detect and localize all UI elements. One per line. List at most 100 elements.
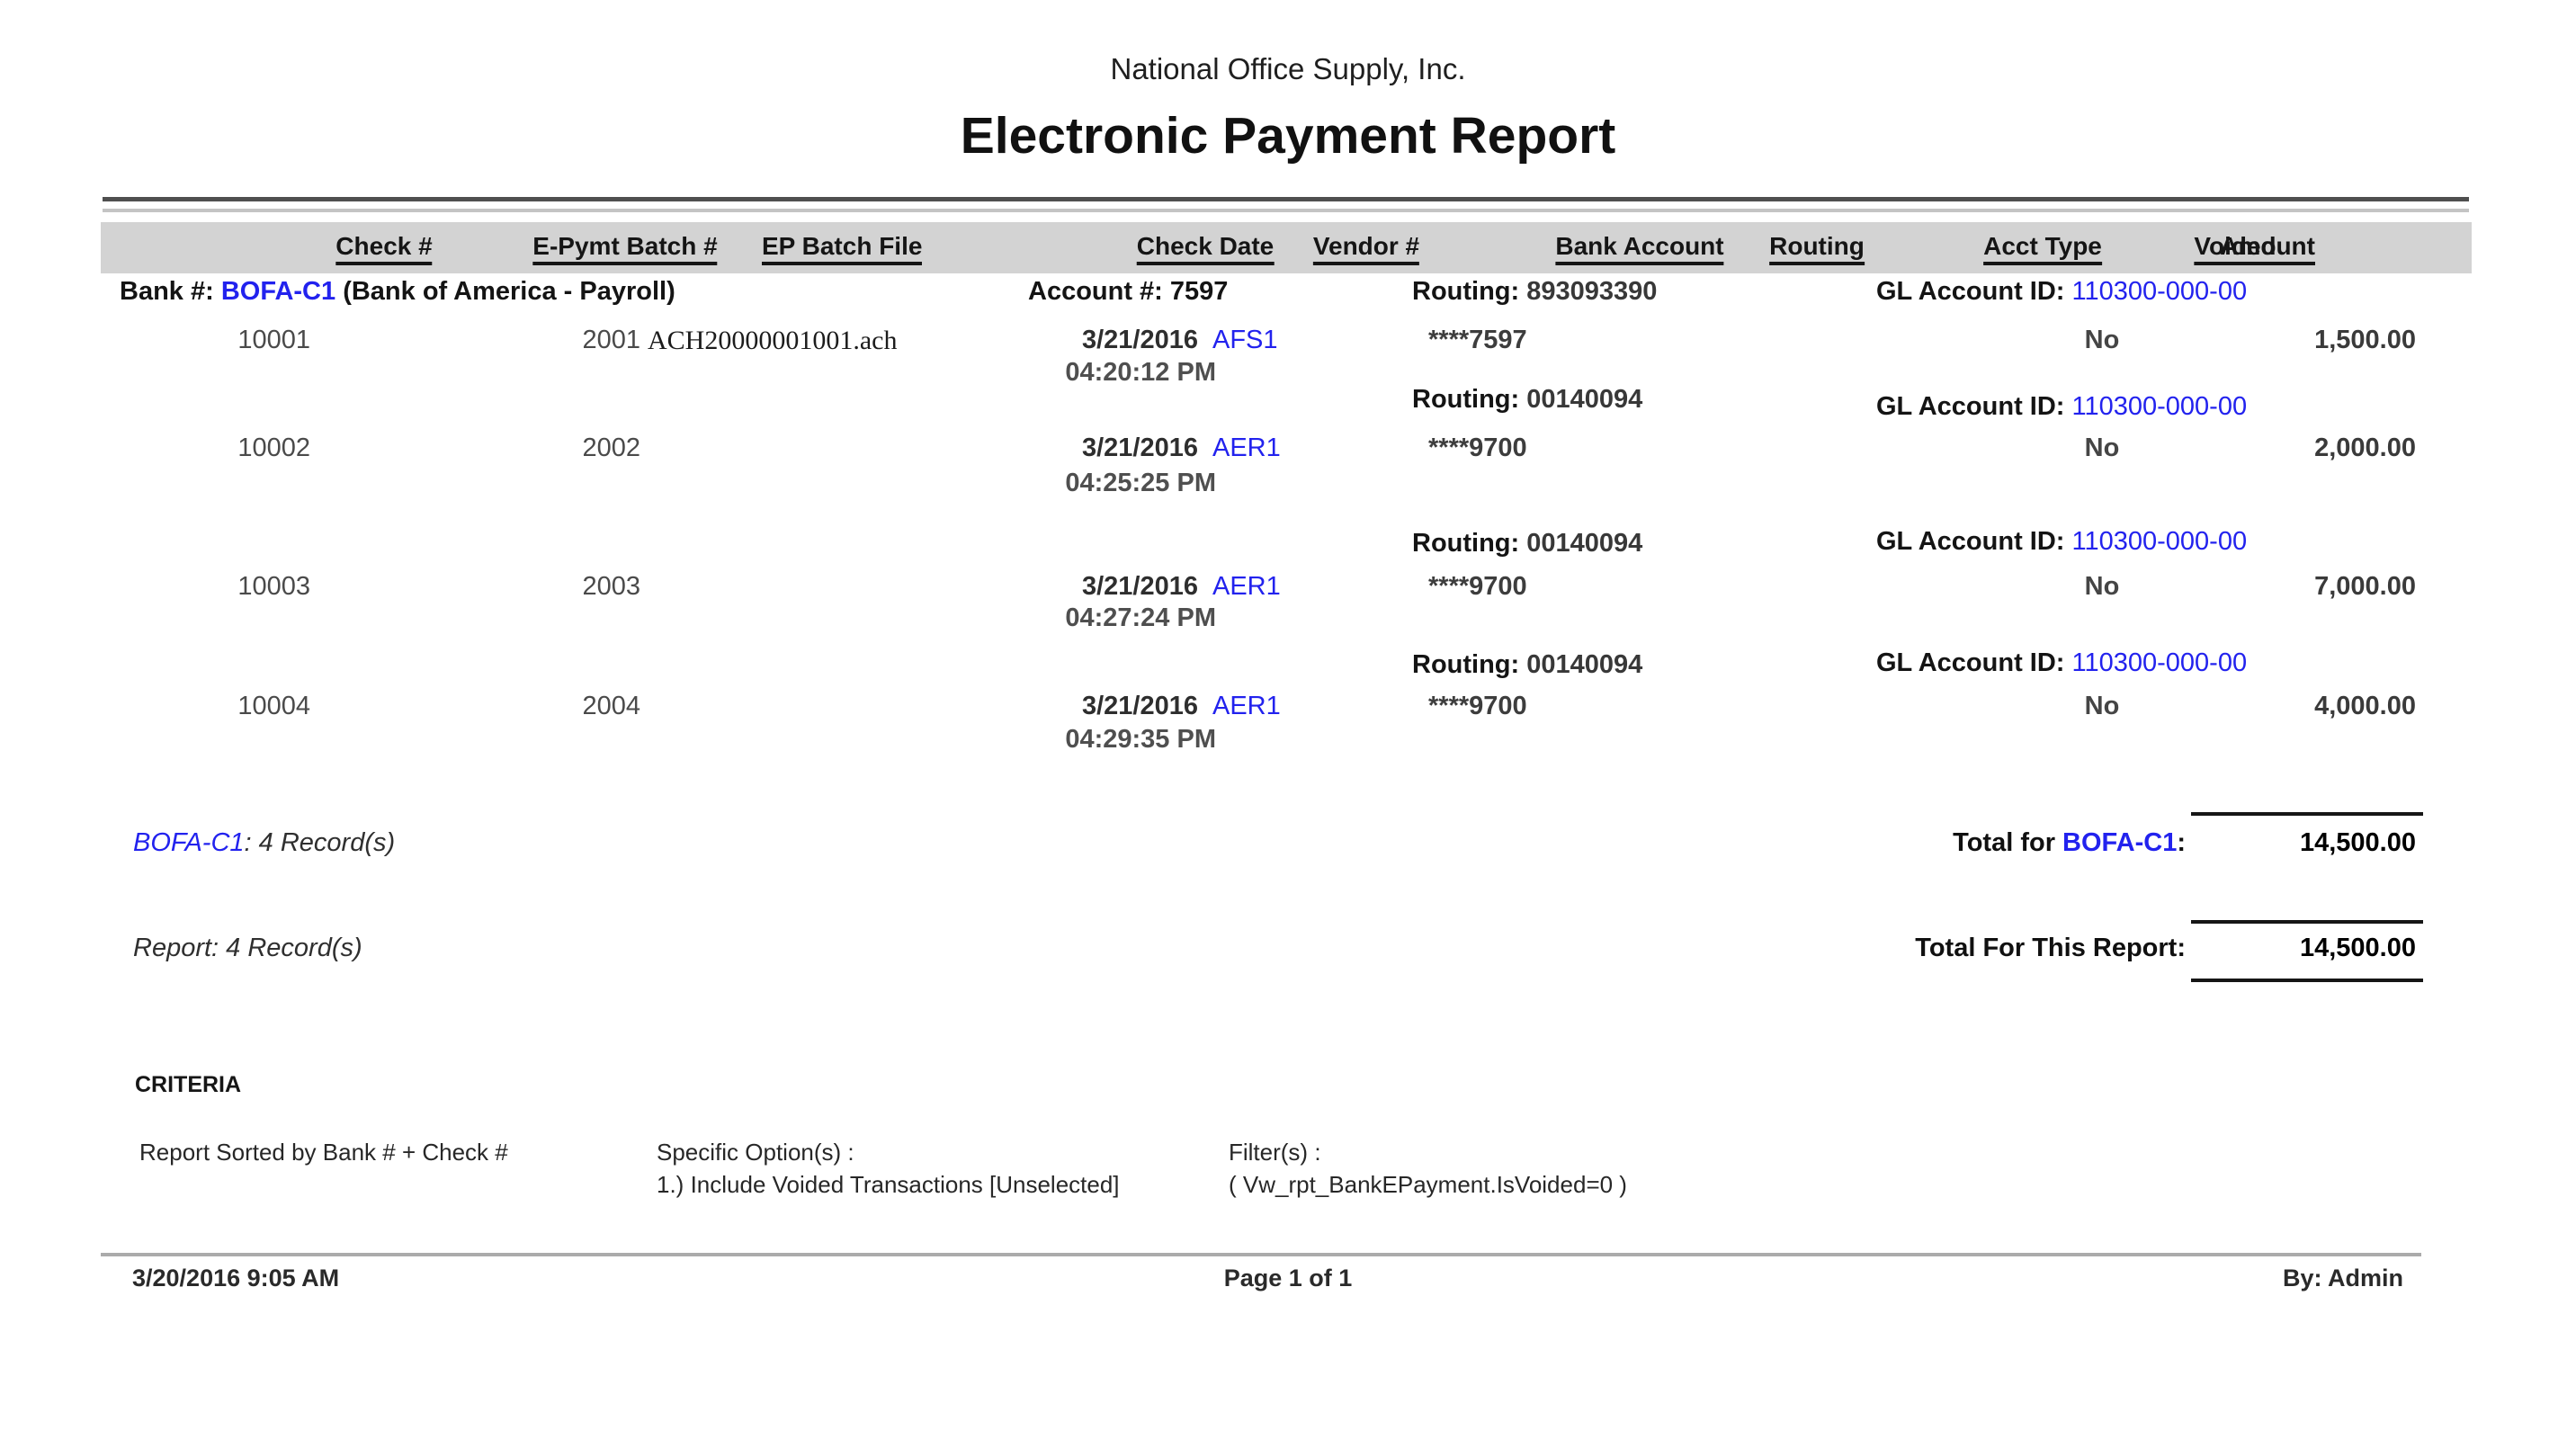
vendor-link[interactable]: AER1 <box>1212 433 1281 463</box>
criteria-filter-1: ( Vw_rpt_BankEPayment.IsVoided=0 ) <box>1229 1171 1627 1199</box>
check-no: 10002 <box>237 433 310 463</box>
check-time: 04:27:24 PM <box>1065 603 1216 633</box>
bank-gl-account: GL Account ID: 110300-000-00 <box>1876 277 2247 307</box>
column-header-amount: Amount <box>2220 232 2315 265</box>
report-total-row: Report: 4 Record(s) Total For This Repor… <box>0 934 2576 970</box>
routing-note-row: Routing: 00140094 GL Account ID: 110300-… <box>0 385 2576 421</box>
gl-account-link[interactable]: 110300-000-00 <box>2072 392 2248 421</box>
criteria-option-1: 1.) Include Voided Transactions [Unselec… <box>657 1171 1120 1199</box>
bank-account: ****7597 <box>1428 326 1527 355</box>
criteria-sorted-by: Report Sorted by Bank # + Check # <box>139 1139 508 1166</box>
column-header-vendor: Vendor # <box>1313 232 1419 265</box>
voided-flag: No <box>2085 433 2120 463</box>
table-row: 10001 2001 ACH20000001001.ach 3/21/2016 … <box>0 326 2576 362</box>
check-no: 10003 <box>237 572 310 602</box>
check-no: 10004 <box>237 692 310 721</box>
criteria-filters-label: Filter(s) : <box>1229 1139 1321 1166</box>
column-header-acct-type: Acct Type <box>1983 232 2102 265</box>
bank-code-link[interactable]: BOFA-C1 <box>2062 828 2177 857</box>
vendor-link[interactable]: AFS1 <box>1212 326 1278 355</box>
table-row: 10003 2003 3/21/2016 AER1 ****9700 No 7,… <box>0 572 2576 608</box>
table-row-time: 04:29:35 PM <box>0 725 2576 761</box>
routing-note-row: Routing: 00140094 GL Account ID: 110300-… <box>0 650 2576 686</box>
routing-note-row: Routing: 00140094 GL Account ID: 110300-… <box>0 529 2576 565</box>
table-row: 10004 2004 3/21/2016 AER1 ****9700 No 4,… <box>0 692 2576 728</box>
page-title: Electronic Payment Report <box>0 106 2576 165</box>
vendor-link[interactable]: AER1 <box>1212 692 1281 721</box>
company-name: National Office Supply, Inc. <box>0 52 2576 86</box>
check-date: 3/21/2016 <box>1082 572 1198 602</box>
amount: 1,500.00 <box>2314 326 2416 355</box>
voided-flag: No <box>2085 692 2120 721</box>
check-no: 10001 <box>237 326 310 355</box>
bank-code-link[interactable]: BOFA-C1 <box>221 277 335 306</box>
bank-number-label: Bank #: BOFA-C1 (Bank of America - Payro… <box>120 277 675 307</box>
gl-note: GL Account ID: 110300-000-00 <box>1876 392 2247 422</box>
amount: 4,000.00 <box>2314 692 2416 721</box>
voided-flag: No <box>2085 572 2120 602</box>
check-time: 04:29:35 PM <box>1065 725 1216 755</box>
criteria-section: CRITERIA <box>0 1072 2576 1108</box>
check-time: 04:25:25 PM <box>1065 469 1216 498</box>
table-row-time: 04:25:25 PM <box>0 469 2576 505</box>
group-total-rule <box>2191 812 2423 816</box>
report-page: National Office Supply, Inc. Electronic … <box>0 0 2576 1430</box>
top-divider-light <box>103 209 2469 212</box>
footer-divider <box>101 1253 2421 1256</box>
bank-group-header: Bank #: BOFA-C1 (Bank of America - Payro… <box>0 277 2576 313</box>
gl-account-link[interactable]: 110300-000-00 <box>2072 527 2248 556</box>
report-total-rule-top <box>2191 920 2423 924</box>
amount: 2,000.00 <box>2314 433 2416 463</box>
report-total-label: Total For This Report: <box>1915 934 2186 963</box>
gl-account-link[interactable]: 110300-000-00 <box>2072 648 2248 677</box>
bank-account: ****9700 <box>1428 572 1527 602</box>
group-record-count: BOFA-C1: 4 Record(s) <box>133 828 395 858</box>
group-total-value: 14,500.00 <box>2300 828 2416 858</box>
criteria-options-label: Specific Option(s) : <box>657 1139 854 1166</box>
column-header-batch-no: E-Pymt Batch # <box>532 232 717 265</box>
routing-note: Routing: 00140094 <box>1412 529 1642 559</box>
footer-row: 3/20/2016 9:05 AM Page 1 of 1 By: Admin <box>0 1265 2576 1300</box>
group-total-label: Total for BOFA-C1: <box>1953 828 2186 858</box>
gl-note: GL Account ID: 110300-000-00 <box>1876 648 2247 678</box>
top-divider-dark <box>103 197 2469 201</box>
gl-note: GL Account ID: 110300-000-00 <box>1876 527 2247 557</box>
bank-code-link[interactable]: BOFA-C1 <box>133 828 245 857</box>
criteria-heading: CRITERIA <box>135 1072 241 1098</box>
batch-no: 2003 <box>582 572 640 602</box>
bank-account: ****9700 <box>1428 433 1527 463</box>
bank-name: (Bank of America - Payroll) <box>343 277 675 306</box>
criteria-values-row: 1.) Include Voided Transactions [Unselec… <box>0 1171 2576 1207</box>
table-row: 10002 2002 3/21/2016 AER1 ****9700 No 2,… <box>0 433 2576 469</box>
check-date: 3/21/2016 <box>1082 433 1198 463</box>
check-date: 3/21/2016 <box>1082 326 1198 355</box>
routing-note: Routing: 00140094 <box>1412 650 1642 680</box>
check-date: 3/21/2016 <box>1082 692 1198 721</box>
table-row-time: 04:27:24 PM <box>0 603 2576 639</box>
report-total-value: 14,500.00 <box>2300 934 2416 963</box>
column-header-check-date: Check Date <box>1137 232 1275 265</box>
table-header-row: Check # E-Pymt Batch # EP Batch File Che… <box>101 222 2472 273</box>
routing-note: Routing: 00140094 <box>1412 385 1642 415</box>
amount: 7,000.00 <box>2314 572 2416 602</box>
voided-flag: No <box>2085 326 2120 355</box>
batch-no: 2004 <box>582 692 640 721</box>
batch-file: ACH20000001001.ach <box>648 326 897 356</box>
account-number: Account #: 7597 <box>1028 277 1228 307</box>
column-header-bank-account: Bank Account <box>1555 232 1723 265</box>
footer-run-by: By: Admin <box>2283 1265 2403 1292</box>
batch-no: 2001 <box>582 326 640 355</box>
footer-page-number: Page 1 of 1 <box>0 1265 2576 1292</box>
column-header-check-no: Check # <box>335 232 432 265</box>
criteria-labels-row: Report Sorted by Bank # + Check # Specif… <box>0 1139 2576 1175</box>
group-total-row: BOFA-C1: 4 Record(s) Total for BOFA-C1: … <box>0 828 2576 864</box>
bank-account: ****9700 <box>1428 692 1527 721</box>
vendor-link[interactable]: AER1 <box>1212 572 1281 602</box>
report-record-count: Report: 4 Record(s) <box>133 934 362 963</box>
gl-account-link[interactable]: 110300-000-00 <box>2072 277 2248 306</box>
column-header-routing: Routing <box>1769 232 1865 265</box>
batch-no: 2002 <box>582 433 640 463</box>
bank-routing: Routing: 893093390 <box>1412 277 1657 307</box>
report-total-rule-bottom <box>2191 979 2423 982</box>
column-header-batch-file: EP Batch File <box>762 232 922 265</box>
